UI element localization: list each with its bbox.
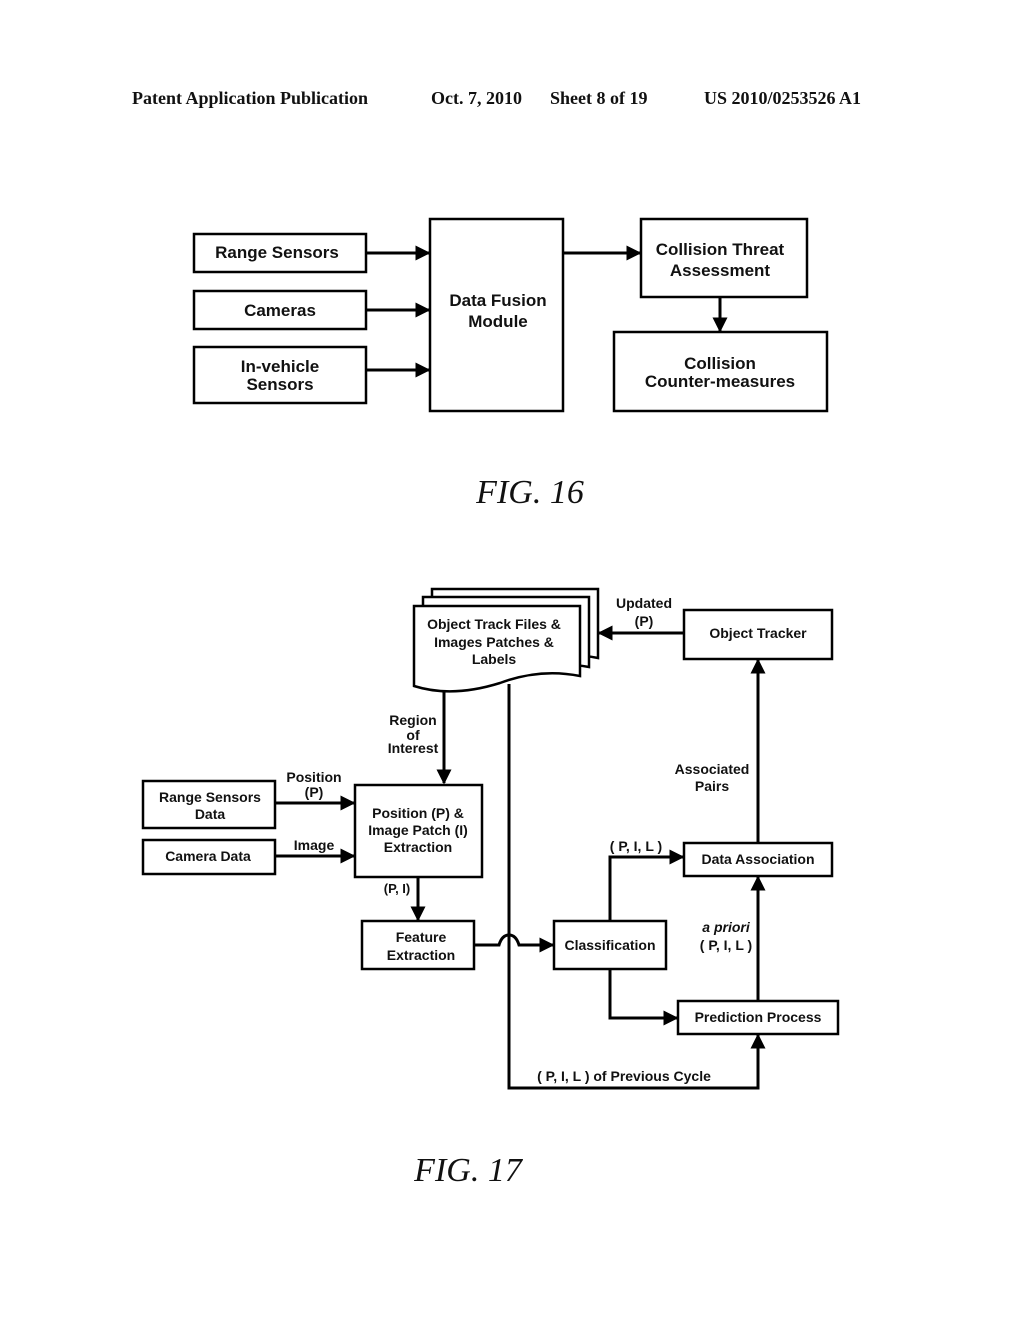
updated-label-2: (P) xyxy=(635,613,654,629)
apriori-label-2: ( P, I, L ) xyxy=(700,937,752,953)
in-vehicle-sensors-box: In-vehicle Sensors xyxy=(192,345,368,405)
object-tracker-box: Object Tracker xyxy=(682,608,834,661)
range-sensors-box: Range Sensors xyxy=(192,232,368,274)
roi-label-3: Interest xyxy=(388,740,439,756)
threat-label-2: Assessment xyxy=(670,261,771,280)
extraction-label-2: Image Patch (I) xyxy=(368,822,468,838)
range-data-label-2: Data xyxy=(195,806,226,822)
data-association-box: Data Association xyxy=(682,841,834,878)
prediction-label: Prediction Process xyxy=(695,1009,822,1025)
apriori-label-1: a priori xyxy=(702,919,751,935)
associated-label-1: Associated xyxy=(675,761,750,777)
fig16-caption: FIG. 16 xyxy=(475,474,584,511)
camera-data-label: Camera Data xyxy=(165,848,251,864)
camera-data-box: Camera Data xyxy=(141,838,277,876)
extraction-label-3: Extraction xyxy=(384,839,452,855)
classification-box: Classification xyxy=(552,919,668,971)
feature-label-1: Feature xyxy=(396,929,447,945)
prediction-process-box: Prediction Process xyxy=(676,999,840,1036)
collision-countermeasures-box: Collision Counter-measures xyxy=(612,330,829,413)
fig17-caption: FIG. 17 xyxy=(413,1152,524,1189)
fig16: Range Sensors Cameras In-vehicle Sensors… xyxy=(192,217,829,511)
position-label-1: Position xyxy=(286,769,341,785)
position-extraction-box: Position (P) & Image Patch (I) Extractio… xyxy=(353,783,484,879)
fig17: Object Track Files & Images Patches & La… xyxy=(141,587,840,1189)
pi-label: (P, I) xyxy=(384,881,411,896)
feature-label-2: Extraction xyxy=(387,947,455,963)
in-vehicle-label-1: In-vehicle xyxy=(241,357,319,376)
pil-top-label: ( P, I, L ) xyxy=(610,838,662,854)
object-track-files-document: Object Track Files & Images Patches & La… xyxy=(412,587,600,693)
counter-label-1: Collision xyxy=(684,354,756,373)
cameras-label: Cameras xyxy=(244,301,316,320)
counter-label-2: Counter-measures xyxy=(645,372,795,391)
track-files-label-2: Images Patches & xyxy=(434,634,554,650)
position-label-2: (P) xyxy=(305,784,324,800)
fusion-label-1: Data Fusion xyxy=(449,291,546,310)
range-sensors-label: Range Sensors xyxy=(215,243,339,262)
collision-threat-box: Collision Threat Assessment xyxy=(639,217,809,299)
image-label: Image xyxy=(294,837,335,853)
data-fusion-module-box: Data Fusion Module xyxy=(428,217,565,413)
diagram-canvas: Range Sensors Cameras In-vehicle Sensors… xyxy=(141,217,840,1189)
fusion-label-2: Module xyxy=(468,312,528,331)
object-tracker-label: Object Tracker xyxy=(709,625,807,641)
roi-label-1: Region xyxy=(389,712,436,728)
range-data-label-1: Range Sensors xyxy=(159,789,261,805)
threat-label-1: Collision Threat xyxy=(656,240,785,259)
track-files-label-1: Object Track Files & xyxy=(427,616,561,632)
arrow-classification-to-prediction xyxy=(608,969,679,1026)
track-files-label-3: Labels xyxy=(472,651,517,667)
arrow-classification-to-association xyxy=(608,849,685,921)
previous-cycle-label: ( P, I, L ) of Previous Cycle xyxy=(537,1068,711,1084)
updated-label-1: Updated xyxy=(616,595,672,611)
feature-extraction-box: Feature Extraction xyxy=(360,919,476,971)
data-association-label: Data Association xyxy=(701,851,814,867)
extraction-label-1: Position (P) & xyxy=(372,805,464,821)
cameras-box: Cameras xyxy=(192,289,368,331)
arrow-feature-to-classification xyxy=(474,933,555,953)
classification-label: Classification xyxy=(564,937,655,953)
associated-label-2: Pairs xyxy=(695,778,729,794)
range-sensors-data-box: Range Sensors Data xyxy=(141,779,277,830)
in-vehicle-label-2: Sensors xyxy=(246,375,313,394)
